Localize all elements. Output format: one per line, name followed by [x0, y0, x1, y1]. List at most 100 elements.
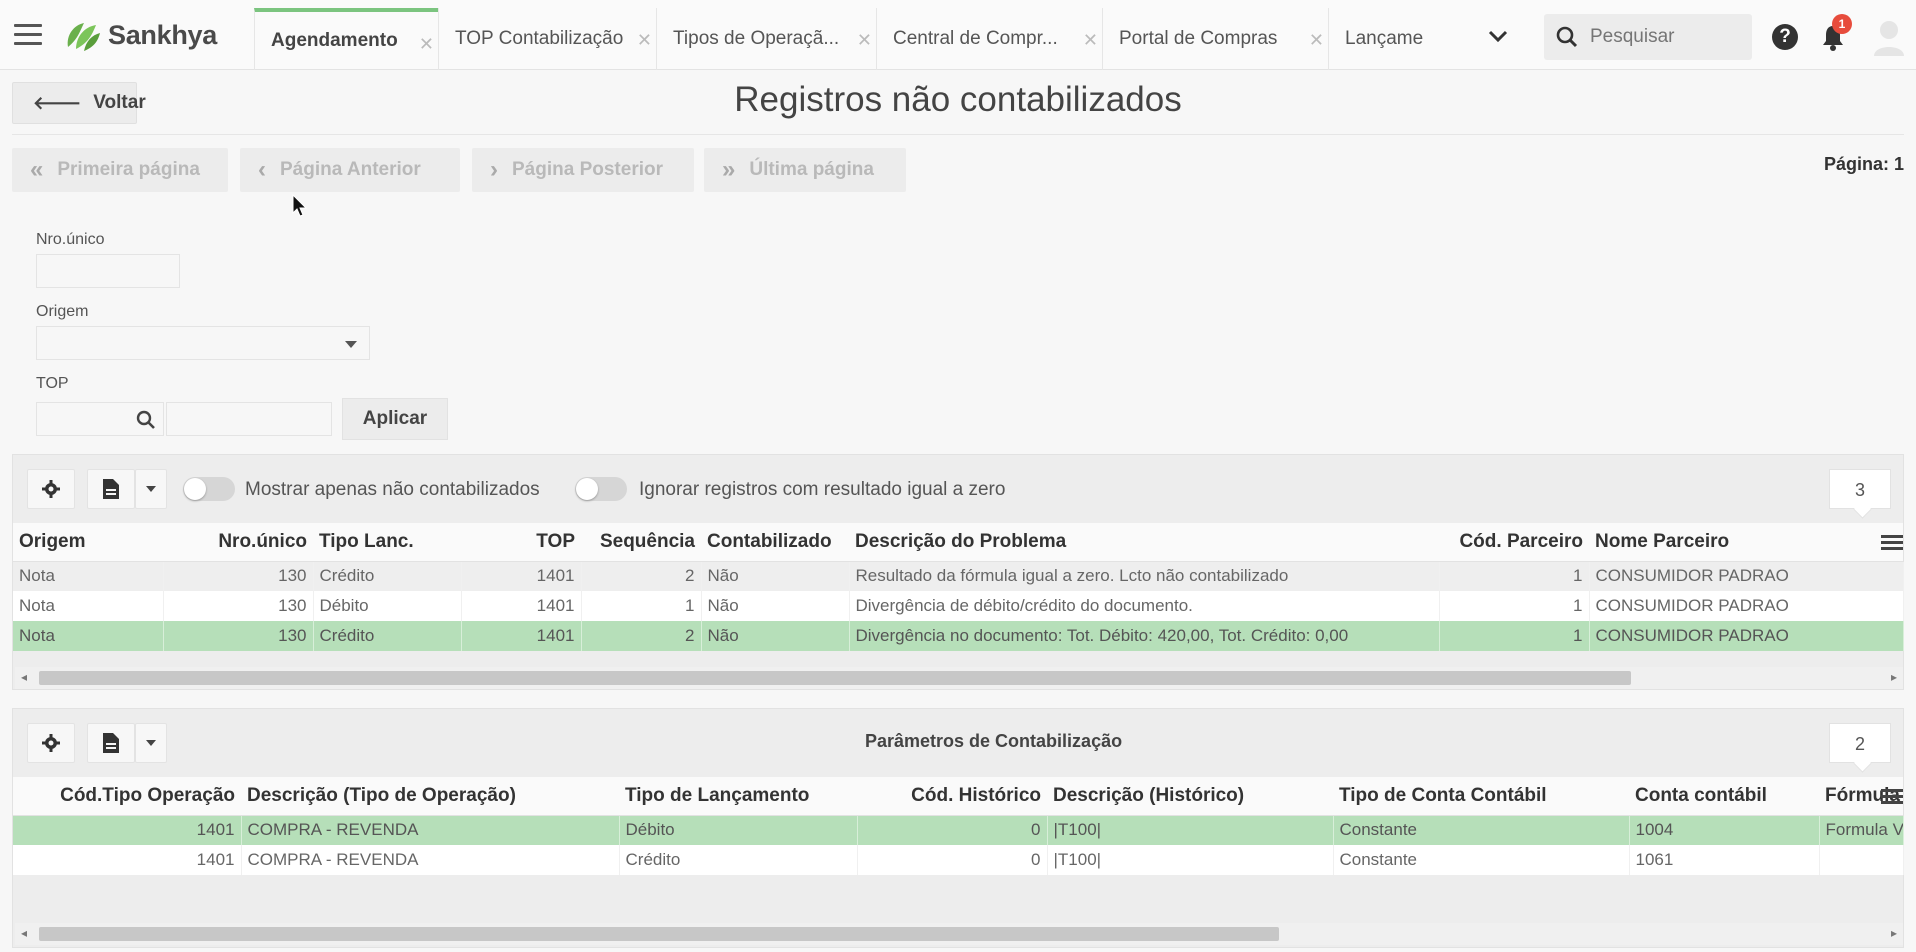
divider: [12, 134, 1904, 135]
chevron-down-icon[interactable]: [1484, 22, 1512, 50]
prev-page-button[interactable]: ‹ Página Anterior: [240, 148, 460, 192]
scroll-right-icon[interactable]: ▸: [1891, 926, 1897, 940]
cell-sequencia: 1: [581, 591, 702, 621]
chevron-right-icon: ›: [490, 156, 498, 183]
export-button[interactable]: [87, 723, 135, 763]
cell-nro-unico: 130: [163, 621, 314, 651]
scroll-left-icon[interactable]: ◂: [21, 926, 27, 940]
mouse-cursor-icon: [292, 194, 308, 217]
cell-formula: Formula V: [1819, 815, 1904, 845]
close-icon[interactable]: ✕: [857, 30, 872, 51]
notification-badge: 1: [1832, 14, 1852, 34]
next-page-button[interactable]: › Página Posterior: [472, 148, 694, 192]
tab-lancamentos[interactable]: Lançame: [1328, 8, 1464, 70]
col-header-cod-parceiro[interactable]: Cód. Parceiro: [1439, 523, 1589, 562]
column-menu-icon[interactable]: [1881, 789, 1903, 807]
horizontal-scrollbar[interactable]: ◂ ▸: [15, 923, 1903, 945]
parameters-table: Cód.Tipo Operação Descrição (Tipo de Ope…: [13, 777, 1904, 875]
scroll-left-icon[interactable]: ◂: [21, 670, 27, 684]
cell-cod-parceiro: 1: [1439, 591, 1590, 621]
document-icon: [103, 733, 119, 753]
table-row[interactable]: 1401 COMPRA - REVENDA Crédito 0 |T100| C…: [13, 845, 1904, 875]
cell-origem: Nota: [13, 591, 164, 621]
cell-top: 1401: [461, 591, 582, 621]
search-icon[interactable]: [136, 410, 156, 430]
col-header-conta-contabil[interactable]: Conta contábil: [1629, 777, 1819, 816]
tab-central-compras[interactable]: Central de Compr... ✕: [876, 8, 1102, 70]
col-header-descricao-problema[interactable]: Descrição do Problema: [849, 523, 1439, 562]
col-header-origem[interactable]: Origem: [13, 523, 163, 562]
col-header-cod-tipo-operacao[interactable]: Cód.Tipo Operação: [13, 777, 241, 816]
cell-contabilizado: Não: [701, 591, 850, 621]
close-icon[interactable]: ✕: [419, 34, 434, 55]
col-header-cod-historico[interactable]: Cód. Histórico: [857, 777, 1047, 816]
col-header-tipo-lanc[interactable]: Tipo Lanc.: [313, 523, 461, 562]
records-grid-panel: Mostrar apenas não contabilizados Ignora…: [12, 454, 1904, 690]
col-header-contabilizado[interactable]: Contabilizado: [701, 523, 849, 562]
settings-button[interactable]: [27, 723, 75, 763]
col-header-nro-unico[interactable]: Nro.único: [163, 523, 313, 562]
settings-button[interactable]: [27, 469, 75, 509]
table-row[interactable]: Nota 130 Crédito 1401 2 Não Resultado da…: [13, 561, 1904, 591]
record-count-badge: 2: [1829, 723, 1891, 763]
col-header-sequencia[interactable]: Sequência: [581, 523, 701, 562]
export-button[interactable]: [87, 469, 135, 509]
first-page-button[interactable]: « Primeira página: [12, 148, 228, 192]
col-header-nome-parceiro[interactable]: Nome Parceiro: [1589, 523, 1903, 562]
horizontal-scrollbar[interactable]: ◂ ▸: [15, 667, 1903, 689]
search-box: [1544, 14, 1752, 60]
scrollbar-thumb[interactable]: [39, 671, 1631, 685]
back-label: Voltar: [93, 92, 146, 113]
last-page-button[interactable]: » Última página: [704, 148, 906, 192]
apply-button[interactable]: Aplicar: [342, 398, 448, 440]
nro-unico-input[interactable]: [36, 254, 180, 288]
table-row-selected[interactable]: Nota 130 Crédito 1401 2 Não Divergência …: [13, 621, 1904, 651]
avatar[interactable]: [1872, 18, 1906, 58]
tab-portal-compras[interactable]: Portal de Compras ✕: [1102, 8, 1328, 70]
col-header-descricao-tipo-operacao[interactable]: Descrição (Tipo de Operação): [241, 777, 619, 816]
next-page-label: Página Posterior: [512, 159, 663, 180]
origem-label: Origem: [36, 303, 89, 320]
col-header-top[interactable]: TOP: [461, 523, 581, 562]
origem-select[interactable]: [36, 326, 370, 360]
cell-conta-contabil: 1004: [1629, 815, 1820, 845]
show-not-accounted-toggle[interactable]: [183, 477, 235, 501]
table-header-row: Cód.Tipo Operação Descrição (Tipo de Ope…: [13, 777, 1903, 816]
arrow-left-icon: 🡐: [33, 92, 82, 113]
toggle-knob: [184, 478, 206, 500]
prev-page-label: Página Anterior: [280, 159, 421, 180]
cell-formula: [1819, 845, 1904, 875]
cell-descricao-tipo-operacao: COMPRA - REVENDA: [241, 845, 620, 875]
cell-cod-parceiro: 1: [1439, 561, 1590, 591]
back-button[interactable]: 🡐 Voltar: [12, 82, 146, 124]
brand-logo[interactable]: Sankhya: [62, 16, 217, 54]
scrollbar-thumb[interactable]: [39, 927, 1279, 941]
scroll-right-icon[interactable]: ▸: [1891, 670, 1897, 684]
cell-conta-contabil: 1061: [1629, 845, 1820, 875]
col-header-descricao-historico[interactable]: Descrição (Histórico): [1047, 777, 1333, 816]
menu-icon[interactable]: [14, 24, 42, 46]
export-dropdown-button[interactable]: [135, 469, 167, 509]
table-row-selected[interactable]: 1401 COMPRA - REVENDA Débito 0 |T100| Co…: [13, 815, 1904, 845]
gear-icon: [42, 734, 60, 752]
tab-top-contabilizacao[interactable]: TOP Contabilização ✕: [438, 8, 656, 70]
close-icon[interactable]: ✕: [1083, 30, 1098, 51]
col-header-tipo-conta-contabil[interactable]: Tipo de Conta Contábil: [1333, 777, 1629, 816]
help-icon[interactable]: ?: [1772, 24, 1798, 50]
column-menu-icon[interactable]: [1881, 535, 1903, 553]
records-table: Origem Nro.único Tipo Lanc. TOP Sequênci…: [13, 523, 1904, 651]
search-input[interactable]: [1590, 26, 1740, 48]
ignore-zero-toggle[interactable]: [575, 477, 627, 501]
cell-top: 1401: [461, 621, 582, 651]
cell-cod-tipo-operacao: 1401: [13, 845, 242, 875]
top-description-input[interactable]: [166, 402, 332, 436]
tab-agendamento[interactable]: Agendamento ✕: [254, 8, 438, 70]
search-icon: [1556, 26, 1578, 48]
close-icon[interactable]: ✕: [637, 30, 652, 51]
close-icon[interactable]: ✕: [1309, 30, 1324, 51]
col-header-tipo-lancamento[interactable]: Tipo de Lançamento: [619, 777, 857, 816]
table-row[interactable]: Nota 130 Débito 1401 1 Não Divergência d…: [13, 591, 1904, 621]
last-page-label: Última página: [749, 159, 874, 180]
export-dropdown-button[interactable]: [135, 723, 167, 763]
tab-tipos-operacao[interactable]: Tipos de Operaçã... ✕: [656, 8, 876, 70]
